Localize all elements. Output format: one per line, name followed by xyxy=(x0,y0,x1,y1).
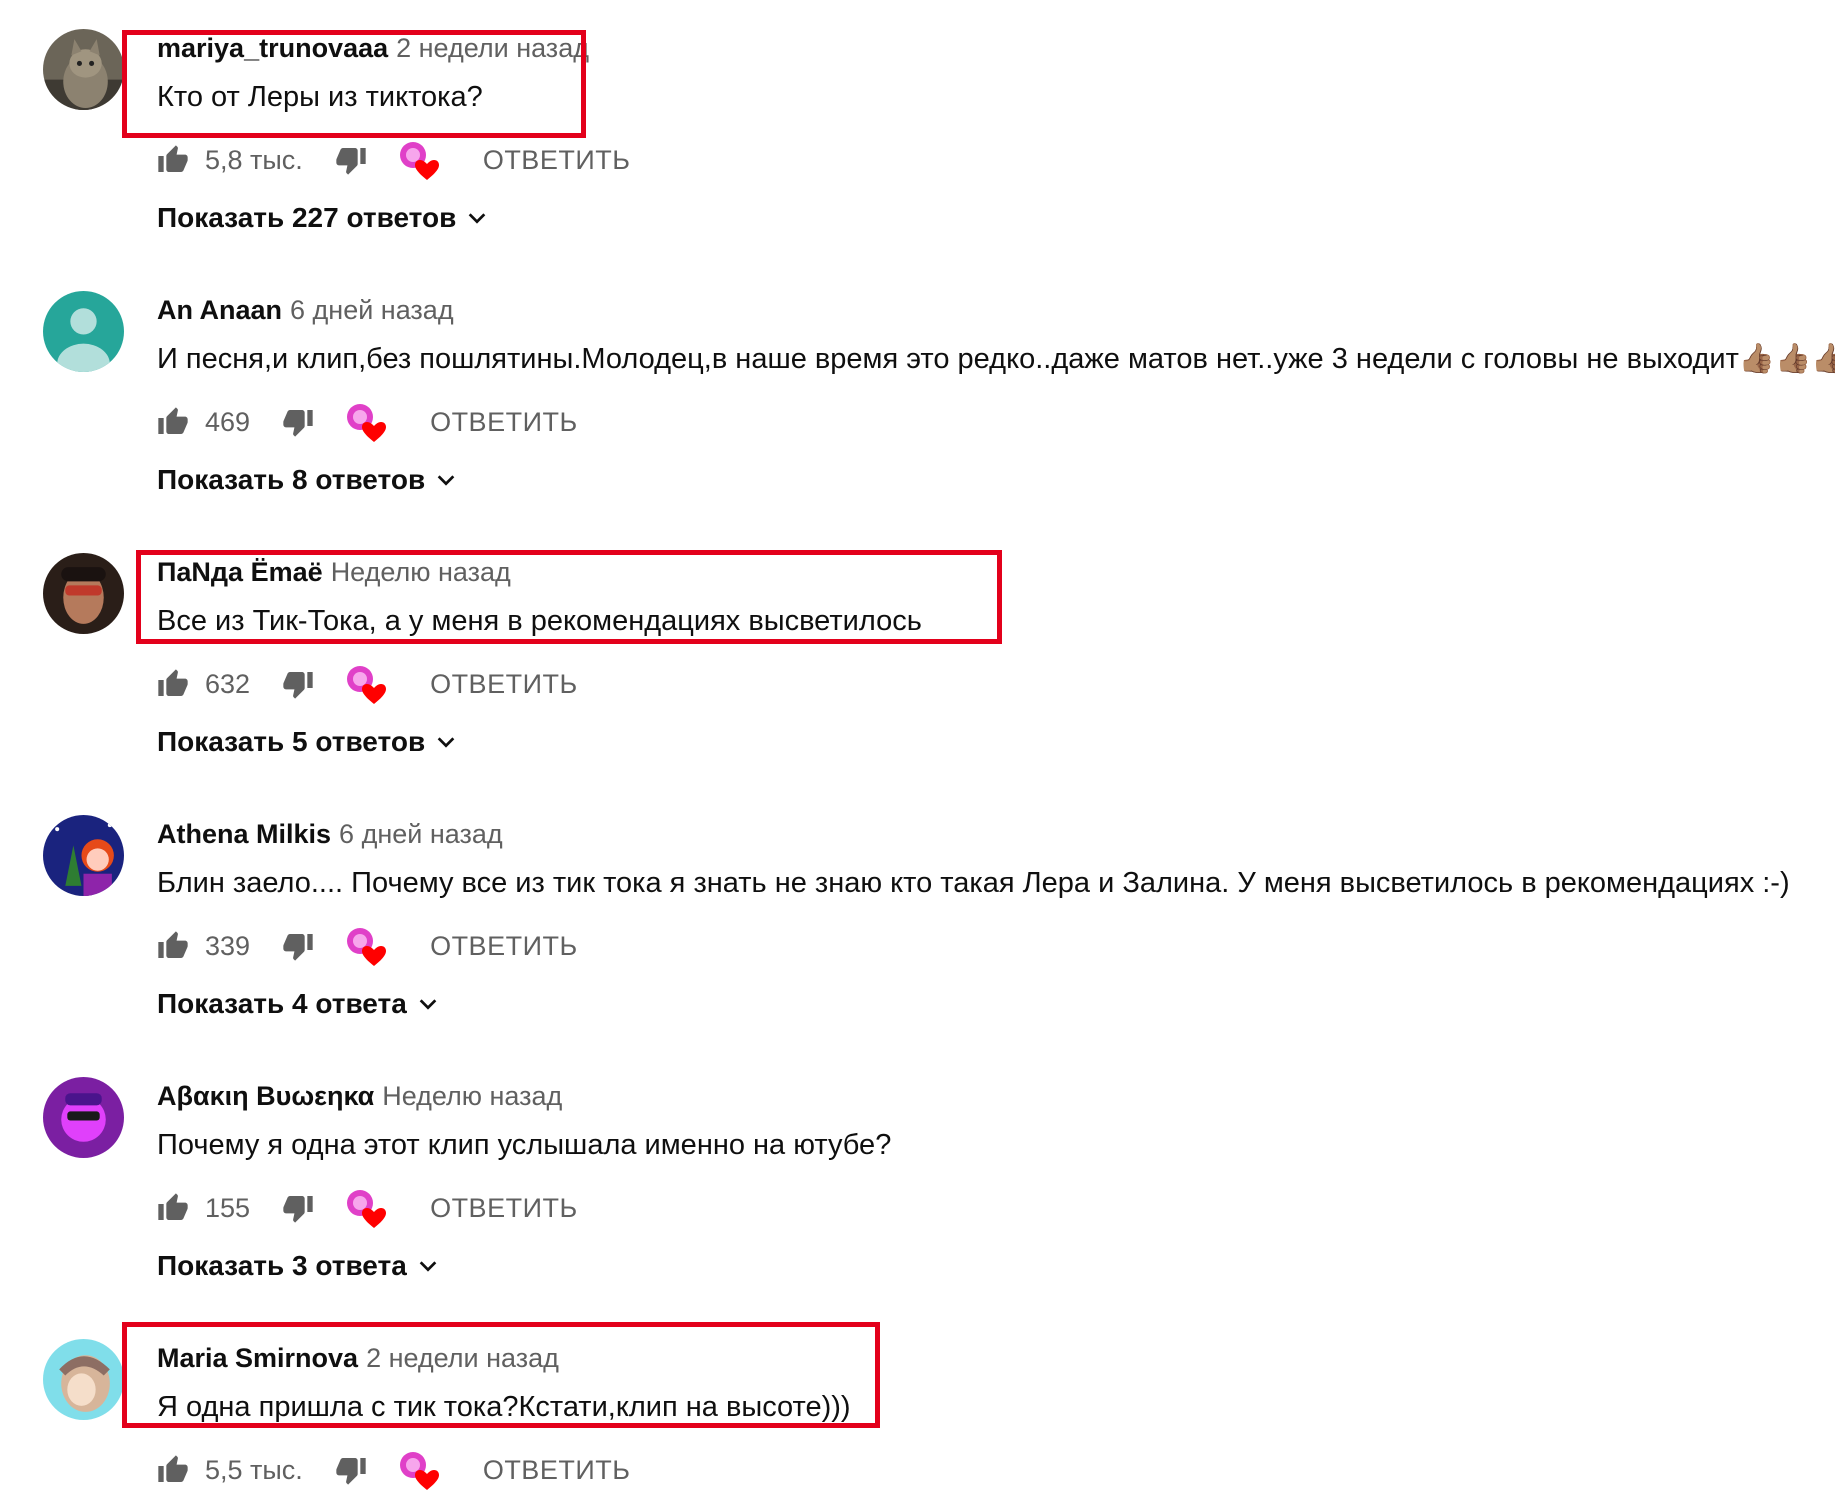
reply-button[interactable]: ОТВЕТИТЬ xyxy=(430,669,578,700)
thumbs-down-icon[interactable] xyxy=(335,1454,367,1486)
comment-author[interactable]: An Anaan xyxy=(157,295,282,325)
like-count: 155 xyxy=(205,1192,251,1223)
like-count: 469 xyxy=(205,406,251,437)
creator-heart-icon xyxy=(397,138,441,182)
reply-button[interactable]: ОТВЕТИТЬ xyxy=(483,1455,631,1486)
thumbs-up-emoji: 👍🏽👍🏽👍🏽 xyxy=(1738,343,1835,375)
thumbs-up-icon[interactable] xyxy=(157,1454,189,1486)
show-replies-label: Показать 4 ответа xyxy=(157,988,407,1019)
like-count: 5,5 тыс. xyxy=(205,1454,303,1485)
thumbs-down-icon[interactable] xyxy=(282,668,314,700)
highlight-box xyxy=(122,30,586,138)
default-user-avatar xyxy=(43,291,124,372)
like-count: 632 xyxy=(205,668,251,699)
thumbs-up-icon[interactable] xyxy=(157,1192,189,1224)
show-replies-button[interactable]: Показать 3 ответа xyxy=(157,1250,439,1282)
reply-button[interactable]: ОТВЕТИТЬ xyxy=(483,145,631,176)
show-replies-label: Показать 5 ответов xyxy=(157,726,426,757)
comment-actions: 5,5 тыс. ОТВЕТИТЬ xyxy=(157,1450,630,1490)
avatar[interactable] xyxy=(43,1077,124,1158)
thumbs-down-icon[interactable] xyxy=(282,406,314,438)
chevron-down-icon xyxy=(435,731,457,753)
show-replies-label: Показать 8 ответов xyxy=(157,464,426,495)
creator-heart-icon xyxy=(344,924,388,968)
comment-thread: An Anaan 6 дней назад И песня,и клип,без … xyxy=(0,262,1835,524)
reply-button[interactable]: ОТВЕТИТЬ xyxy=(430,1193,578,1224)
creator-heart-icon xyxy=(397,1448,441,1492)
thumbs-down-icon[interactable] xyxy=(282,930,314,962)
avatar[interactable] xyxy=(43,29,124,110)
comment-text-body: И песня,и клип,без пошлятины.Молодец,в н… xyxy=(157,343,1739,375)
chevron-down-icon xyxy=(417,993,439,1015)
thumbs-up-icon[interactable] xyxy=(157,668,189,700)
reply-button[interactable]: ОТВЕТИТЬ xyxy=(430,407,578,438)
comment-actions: 339 ОТВЕТИТЬ xyxy=(157,926,578,966)
comment-time[interactable]: Неделю назад xyxy=(382,1081,562,1111)
comment-author[interactable]: Athena Milkis xyxy=(157,819,331,849)
avatar[interactable] xyxy=(43,553,124,634)
highlight-box xyxy=(136,550,1002,644)
comment-thread: Αβακιη Βυωεηκα Неделю назад Почему я одна… xyxy=(0,1048,1835,1310)
comment-thread: Athena Milkis 6 дней назад Блин заело....… xyxy=(0,786,1835,1048)
avatar[interactable] xyxy=(43,291,124,372)
avatar[interactable] xyxy=(43,815,124,896)
comment-actions: 5,8 тыс. ОТВЕТИТЬ xyxy=(157,140,630,180)
comment-header: Athena Milkis 6 дней назад xyxy=(157,816,503,852)
chevron-down-icon xyxy=(417,1255,439,1277)
comment-author[interactable]: Αβακιη Βυωεηκα xyxy=(157,1081,374,1111)
show-replies-label: Показать 227 ответов xyxy=(157,202,457,233)
comment-time[interactable]: 6 дней назад xyxy=(290,295,454,325)
chevron-down-icon xyxy=(435,469,457,491)
thumbs-up-icon[interactable] xyxy=(157,406,189,438)
show-replies-button[interactable]: Показать 4 ответа xyxy=(157,988,439,1020)
comment-text: И песня,и клип,без пошлятины.Молодец,в н… xyxy=(157,339,1835,379)
comment-header: Αβακιη Βυωεηκα Неделю назад xyxy=(157,1078,562,1114)
chevron-down-icon xyxy=(466,207,488,229)
comment-text: Блин заело.... Почему все из тик тока я … xyxy=(157,867,1790,899)
creator-heart-icon xyxy=(344,662,388,706)
thumbs-up-icon[interactable] xyxy=(157,930,189,962)
show-replies-button[interactable]: Показать 5 ответов xyxy=(157,726,457,758)
comment-actions: 155 ОТВЕТИТЬ xyxy=(157,1188,578,1228)
show-replies-button[interactable]: Показать 8 ответов xyxy=(157,464,457,496)
highlight-box xyxy=(122,1322,880,1428)
cat-photo-avatar xyxy=(43,29,124,110)
comment-time[interactable]: 6 дней назад xyxy=(339,819,503,849)
thumbs-down-icon[interactable] xyxy=(335,144,367,176)
thumbs-up-icon[interactable] xyxy=(157,144,189,176)
comment-header: An Anaan 6 дней назад xyxy=(157,292,454,328)
like-count: 5,8 тыс. xyxy=(205,144,303,175)
comment-actions: 632 ОТВЕТИТЬ xyxy=(157,664,578,704)
drawn-girl-avatar xyxy=(43,1339,124,1420)
like-count: 339 xyxy=(205,930,251,961)
show-replies-button[interactable]: Показать 227 ответов xyxy=(157,202,488,234)
comment-actions: 469 ОТВЕТИТЬ xyxy=(157,402,578,442)
thumbs-down-icon[interactable] xyxy=(282,1192,314,1224)
sunglasses-photo-avatar xyxy=(43,553,124,634)
show-replies-label: Показать 3 ответа xyxy=(157,1250,407,1281)
comment-text: Почему я одна этот клип услышала именно … xyxy=(157,1129,892,1161)
creator-heart-icon xyxy=(344,1186,388,1230)
creator-heart-icon xyxy=(344,400,388,444)
reply-button[interactable]: ОТВЕТИТЬ xyxy=(430,931,578,962)
avatar[interactable] xyxy=(43,1339,124,1420)
purple-neon-avatar xyxy=(43,1077,124,1158)
cartoon-girl-avatar xyxy=(43,815,124,896)
